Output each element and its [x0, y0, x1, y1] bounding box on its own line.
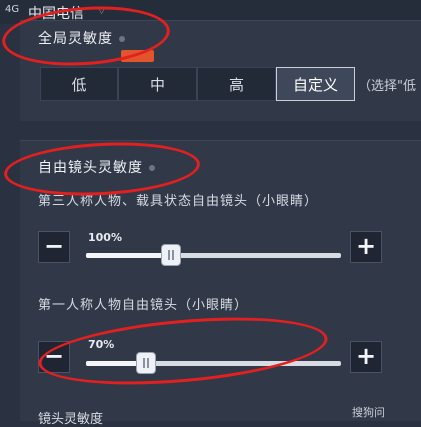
sensitivity-option-high[interactable]: 高 — [197, 67, 276, 101]
sensitivity-option-custom[interactable]: 自定义 — [276, 67, 355, 101]
selection-hint: （选择"低 — [358, 79, 416, 94]
third-person-percent: 100% — [88, 231, 122, 244]
increase-button[interactable]: + — [350, 231, 382, 263]
third-person-slider[interactable] — [86, 244, 341, 266]
sensitivity-option-medium[interactable]: 中 — [118, 67, 197, 101]
bottom-section-label: 镜头灵敏度 — [38, 412, 104, 427]
watermark: 搜狗问 — [352, 406, 385, 419]
increase-button[interactable]: + — [350, 341, 382, 373]
sensitivity-option-low[interactable]: 低 — [40, 67, 118, 101]
decrease-button[interactable]: − — [38, 231, 70, 263]
slider-fill — [86, 253, 171, 258]
signal-indicator: 4G — [5, 4, 20, 15]
first-person-free-look-label: 第一人称人物自由镜头（小眼睛） — [38, 298, 249, 313]
slider-thumb[interactable] — [161, 244, 181, 266]
